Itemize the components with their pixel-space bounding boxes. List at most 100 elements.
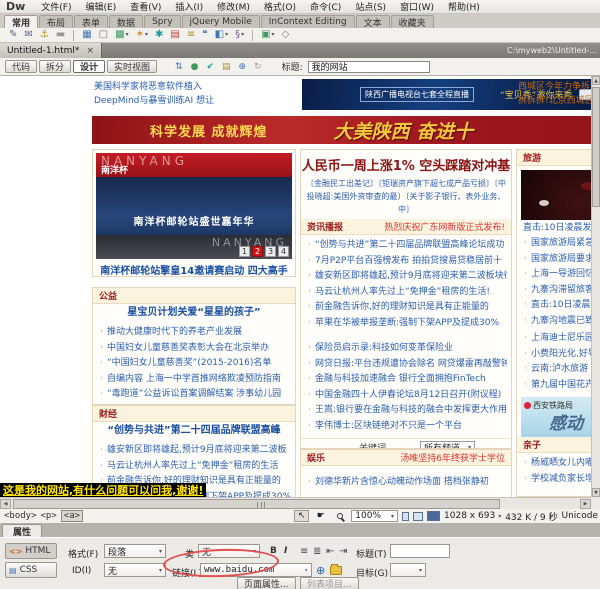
vertical-scroll-thumb[interactable] (592, 87, 600, 207)
tag-p[interactable]: <p> (41, 511, 57, 521)
news-link[interactable]: 美国科学家将恶意软件植入 (94, 80, 296, 94)
design-view-button[interactable]: 设计 (73, 60, 105, 73)
title-attr-input[interactable] (390, 544, 450, 558)
tag-body[interactable]: <body> (4, 511, 37, 521)
menu-insert[interactable]: 插入(I) (168, 0, 210, 14)
channel-select[interactable]: 所有频道 ▾ (420, 441, 475, 450)
news-link[interactable]: 刘德华新片含惊心动魄动作场面 搭档张静初 (307, 475, 507, 491)
tab-jquery-mobile[interactable]: jQuery Mobile (182, 15, 260, 28)
news-link[interactable]: “毒跑道”公益诉讼首案调解结案 涉事幼儿园 (99, 387, 291, 403)
section-title[interactable]: 财经 (99, 407, 117, 420)
insert-div-icon[interactable]: ▢ (99, 30, 108, 40)
template-icon[interactable]: ▣▾ (261, 30, 274, 40)
code-view-button[interactable]: 代码 (5, 60, 37, 73)
scroll-up-icon[interactable]: ▲ (592, 76, 600, 85)
scroll-down-icon[interactable]: ▼ (592, 488, 600, 497)
hand-tool-icon[interactable]: ☛ (313, 510, 328, 522)
horizontal-rule-icon[interactable]: ▬ (56, 30, 65, 40)
news-link[interactable]: 学校减负家长增负? (523, 472, 591, 488)
news-link[interactable]: 国家旅游局要求各地 (523, 252, 591, 268)
zoom-level-select[interactable]: 100% ▾ (351, 510, 398, 522)
news-link[interactable]: 中国金融四十人伊春论坛8月12日召开(附议程) (307, 388, 507, 404)
news-link[interactable]: “创势与共进”第二十四届品牌联盟高峰论坛成功 (307, 238, 507, 254)
menu-modify[interactable]: 修改(M) (210, 0, 257, 14)
menu-window[interactable]: 窗口(W) (393, 0, 441, 14)
link-combo[interactable]: www.baidu.com ▾ (200, 563, 312, 577)
tab-common[interactable]: 常用 (4, 15, 38, 28)
news-link[interactable]: 雄安新区即将雄起,预计9月底将迎来第二波板 (99, 443, 291, 459)
travel-photo-caption-link[interactable]: 直击:10日凌晨发生 (517, 220, 591, 235)
news-link[interactable]: 自编内容 上海一中学首推网络欺凌预防指南 (99, 372, 291, 388)
news-link[interactable]: 拆拆拆!北京西城区 (518, 94, 591, 108)
visual-aids-icon[interactable]: ▤ (222, 62, 231, 72)
target-select[interactable]: ▾ (390, 563, 426, 577)
news-link[interactable]: DeepMind与暴雪训练AI 想让 (94, 94, 296, 108)
news-link[interactable]: 李伟博士:区块链绝对不只是一个平台 (307, 419, 507, 435)
selected-link-text[interactable]: 这是我的网站,有什么问题可以问我,谢谢! (0, 483, 206, 497)
news-link[interactable]: 小费阳光化,好导游 (523, 347, 591, 363)
tab-data[interactable]: 数据 (109, 15, 143, 28)
named-anchor-icon[interactable]: ⚓ (40, 30, 49, 40)
red-campaign-banner[interactable]: 科学发展 成就辉煌 大美陕西 奋进十 (92, 116, 591, 144)
split-view-button[interactable]: 拆分 (39, 60, 71, 73)
pager-4[interactable]: 4 (278, 246, 289, 257)
news-link[interactable]: 马云让杭州人率先过上“免押金”租房的生活 (99, 459, 291, 475)
news-link[interactable]: 国家旅游局紧急行动 (523, 236, 591, 252)
window-size-select[interactable]: 1028 x 693 ▾ (444, 511, 501, 521)
slideshow[interactable]: NANYANG 南洋杯 南洋杯邮轮站盛世嘉年华 NANYANG 1 2 3 4 (96, 153, 292, 259)
tab-text[interactable]: 文本 (356, 15, 390, 28)
section-title[interactable]: 公益 (99, 289, 117, 302)
desktop-size-icon[interactable] (427, 511, 440, 521)
media-icon[interactable]: ✶▾ (136, 30, 148, 40)
menu-file[interactable]: 文件(F) (34, 0, 78, 14)
zoom-tool-icon[interactable] (332, 510, 347, 522)
tag-chooser-icon[interactable]: ◇ (282, 30, 290, 40)
news-link[interactable]: 金融与科技加速融合 银行全面拥抱FinTech (307, 372, 507, 388)
news-link[interactable]: 西城区今年力争拆违 (518, 80, 591, 94)
xian-railway-ad-banner[interactable]: 西安铁路局 感动 (521, 397, 591, 437)
html-mode-button[interactable]: <> HTML (5, 543, 57, 559)
head-tag-icon[interactable]: ◧▾ (215, 30, 228, 40)
pager-1[interactable]: 1 (239, 246, 250, 257)
tag-a-selected[interactable]: <a> (61, 510, 83, 522)
news-link[interactable]: 马云让杭州人率先过上“免押金”租房的生活! (307, 285, 507, 301)
properties-tab[interactable]: 属性 (2, 524, 42, 537)
news-link[interactable]: 保险员启示录:科技如何变革保险业 (307, 341, 507, 357)
css-mode-button[interactable]: ▤ CSS (5, 562, 57, 578)
section-title[interactable]: 亲子 (523, 438, 541, 451)
hyperlink-icon[interactable]: ✎ (9, 30, 17, 40)
document-tab[interactable]: Untitled-1.html* × (0, 43, 102, 58)
news-link[interactable]: 苹果在华被举报垄断:强制下架APP及提成30% (307, 316, 507, 332)
finance-feature-link[interactable]: “创势与共进”第二十四届品牌联盟高峰 (93, 422, 295, 440)
news-link[interactable]: 推动大健康时代下的养老产业发展 (99, 325, 291, 341)
file-management-icon[interactable]: ⇅ (175, 62, 183, 72)
promo-notice-link[interactable]: 热烈庆祝广东网新版正式发布! (384, 220, 505, 233)
section-title[interactable]: 旅游 (523, 151, 541, 164)
email-link-icon[interactable]: ✉ (24, 30, 32, 40)
close-icon[interactable]: × (86, 46, 94, 56)
scroll-left-icon[interactable]: ◀ (0, 499, 11, 509)
unordered-list-icon[interactable]: ≡ (300, 546, 308, 557)
slideshow-headline-link[interactable]: 南洋杯邮轮站擎皇14邀请赛启动 四大高手 (93, 262, 295, 277)
scroll-right-icon[interactable]: ▶ (580, 499, 591, 509)
news-link[interactable]: 网贷日报:平台违规遭协会除名 网贷爆雷再敲警钟 (307, 357, 507, 373)
news-link[interactable]: 中国妇女儿童慈善奖表彰大会在北京举办 (99, 341, 291, 357)
news-link[interactable]: 上海迪士尼乐园接待 (523, 331, 591, 347)
tab-forms[interactable]: 表单 (74, 15, 108, 28)
tab-spry[interactable]: Spry (144, 15, 180, 28)
pager-3[interactable]: 3 (265, 246, 276, 257)
news-link[interactable]: 杨威晒女儿内嘟嘟正 (523, 456, 591, 472)
news-link[interactable]: “中国妇女儿童慈善奖”(2015-2016)名单 (99, 356, 291, 372)
format-select[interactable]: 段落 ▾ (104, 544, 166, 558)
ordered-list-icon[interactable]: ≣ (313, 546, 321, 557)
menu-view[interactable]: 查看(V) (123, 0, 168, 14)
menu-format[interactable]: 格式(O) (257, 0, 303, 14)
outdent-icon[interactable]: ⇤ (326, 546, 334, 557)
news-link[interactable]: 前金融告诉你,好的理财知识是具有正能量的 (307, 300, 507, 316)
preview-in-browser-icon[interactable]: ● (191, 62, 199, 72)
tab-layout[interactable]: 布局 (39, 15, 73, 28)
horizontal-scrollbar[interactable]: ◀ ▶ (0, 497, 591, 509)
italic-button[interactable]: I (284, 546, 287, 556)
vertical-scrollbar[interactable]: ▲ ▼ (591, 76, 600, 497)
point-to-file-icon[interactable]: ⊕ (316, 565, 325, 576)
